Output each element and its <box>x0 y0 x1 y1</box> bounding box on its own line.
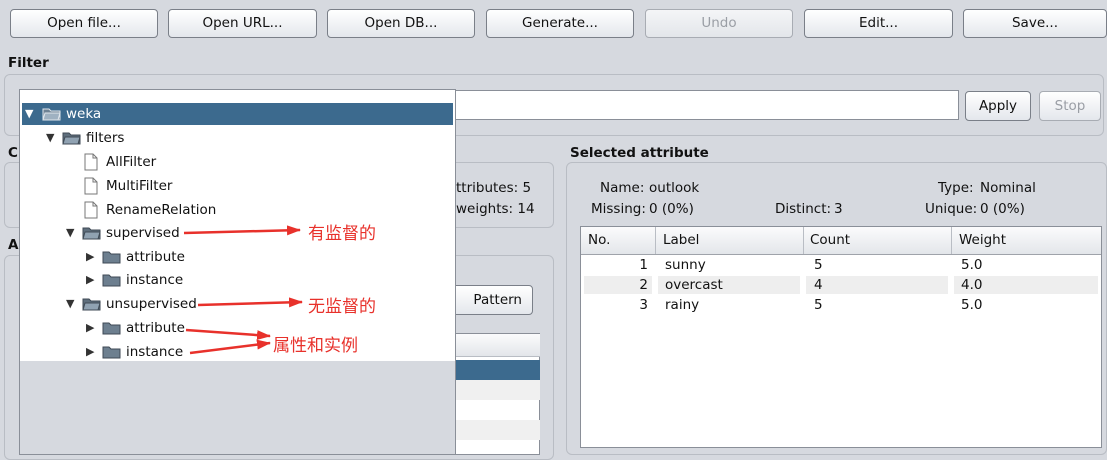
arrow-instance-icon <box>189 339 271 355</box>
annotation-attribute-instance: 属性和实例 <box>273 336 358 356</box>
arrow-to-unsupervised-icon <box>197 297 303 308</box>
annotation-unsupervised: 无监督的 <box>308 297 376 317</box>
arrow-to-supervised-icon <box>183 225 301 236</box>
annotation-supervised: 有监督的 <box>308 224 376 244</box>
annotation-arrows <box>183 225 303 355</box>
arrow-attribute-icon <box>185 328 271 341</box>
